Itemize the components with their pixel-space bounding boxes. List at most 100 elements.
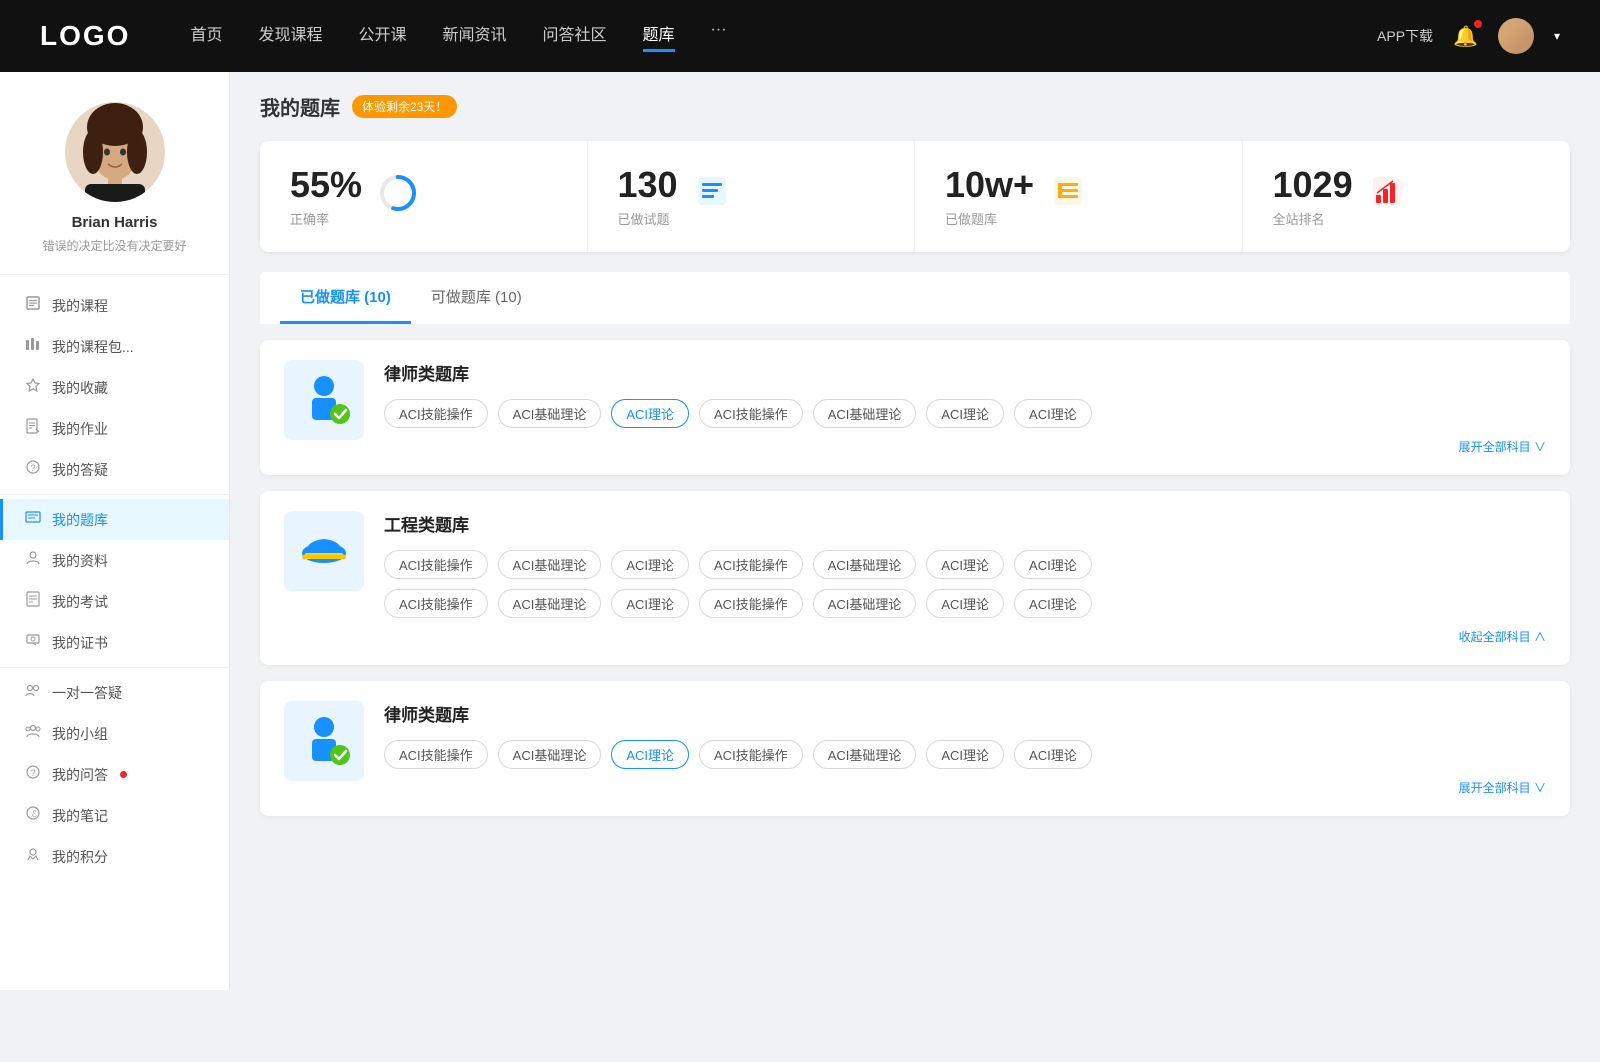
bank-card-engineer-inner: 工程类题库 ACI技能操作 ACI基础理论 ACI理论 ACI技能操作 ACI基… xyxy=(284,511,1546,645)
questions-icon xyxy=(694,173,730,216)
stat-done-banks-label: 已做题库 xyxy=(945,209,1034,228)
nav-public[interactable]: 公开课 xyxy=(358,21,406,52)
cert-icon xyxy=(24,632,42,653)
tag-lawyer2-6[interactable]: ACI理论 xyxy=(926,740,1004,769)
sidebar-item-course-pkg-label: 我的课程包... xyxy=(52,337,134,357)
tag-eng-r1-2[interactable]: ACI基础理论 xyxy=(498,550,602,579)
tag-eng-r2-7[interactable]: ACI理论 xyxy=(1014,589,1092,618)
tag-eng-r2-6[interactable]: ACI理论 xyxy=(926,589,1004,618)
tag-eng-r1-5[interactable]: ACI基础理论 xyxy=(813,550,917,579)
tag-lawyer1-1[interactable]: ACI技能操作 xyxy=(384,399,488,428)
course-pkg-icon xyxy=(24,336,42,357)
sidebar-menu: 我的课程 我的课程包... 我的收藏 我的作业 xyxy=(0,275,229,887)
nav-questionbank[interactable]: 题库 xyxy=(643,21,675,52)
bank-lawyer-1-title: 律师类题库 xyxy=(384,360,1546,385)
sidebar-item-homework[interactable]: 我的作业 xyxy=(0,408,229,449)
page-header: 我的题库 体验剩余23天！ xyxy=(260,92,1570,121)
sidebar-item-my-qa-label: 我的问答 xyxy=(52,765,108,785)
tag-lawyer2-5[interactable]: ACI基础理论 xyxy=(813,740,917,769)
group-icon xyxy=(24,723,42,744)
sidebar: Brian Harris 错误的决定比没有决定要好 我的课程 我的课程包... xyxy=(0,72,230,990)
stat-done-questions-label: 已做试题 xyxy=(618,209,678,228)
tag-lawyer2-4[interactable]: ACI技能操作 xyxy=(699,740,803,769)
tag-eng-r1-3[interactable]: ACI理论 xyxy=(611,550,689,579)
sidebar-item-course[interactable]: 我的课程 xyxy=(0,285,229,326)
sidebar-item-course-pkg[interactable]: 我的课程包... xyxy=(0,326,229,367)
stat-accuracy-value: 55% xyxy=(290,165,362,205)
tag-eng-r2-4[interactable]: ACI技能操作 xyxy=(699,589,803,618)
bank-engineer-content: 工程类题库 ACI技能操作 ACI基础理论 ACI理论 ACI技能操作 ACI基… xyxy=(384,511,1546,645)
sidebar-item-points-label: 我的积分 xyxy=(52,847,108,867)
star-icon xyxy=(24,377,42,398)
bank-lawyer-1-tags: ACI技能操作 ACI基础理论 ACI理论 ACI技能操作 ACI基础理论 AC… xyxy=(384,399,1546,428)
content-area: 我的题库 体验剩余23天！ 55% 正确率 130 xyxy=(230,72,1600,990)
notification-badge xyxy=(1474,20,1482,28)
sidebar-item-favorites[interactable]: 我的收藏 xyxy=(0,367,229,408)
nav-home[interactable]: 首页 xyxy=(190,21,222,52)
tab-done-banks[interactable]: 已做题库 (10) xyxy=(280,272,411,324)
sidebar-item-question-bank[interactable]: 我的题库 xyxy=(0,499,229,540)
stat-done-questions-value: 130 xyxy=(618,165,678,205)
sidebar-item-points[interactable]: 我的积分 xyxy=(0,836,229,877)
bank-engineer-title: 工程类题库 xyxy=(384,511,1546,536)
tag-eng-r1-6[interactable]: ACI理论 xyxy=(926,550,1004,579)
tag-lawyer2-2[interactable]: ACI基础理论 xyxy=(498,740,602,769)
accuracy-chart-icon xyxy=(378,173,418,220)
navbar: LOGO 首页 发现课程 公开课 新闻资讯 问答社区 题库 ··· APP下载 … xyxy=(0,0,1600,72)
tag-lawyer2-7[interactable]: ACI理论 xyxy=(1014,740,1092,769)
tag-eng-r2-3[interactable]: ACI理论 xyxy=(611,589,689,618)
nav-qa[interactable]: 问答社区 xyxy=(543,21,607,52)
sidebar-item-1on1[interactable]: 一对一答疑 xyxy=(0,672,229,713)
tag-eng-r1-4[interactable]: ACI技能操作 xyxy=(699,550,803,579)
qa-unread-dot xyxy=(120,771,127,778)
tab-available-banks[interactable]: 可做题库 (10) xyxy=(411,272,542,324)
stat-rank-text: 1029 全站排名 xyxy=(1273,165,1353,228)
1on1-icon xyxy=(24,682,42,703)
tag-eng-r1-7[interactable]: ACI理论 xyxy=(1014,550,1092,579)
collapse-engineer[interactable]: 收起全部科目 ∧ xyxy=(384,628,1546,645)
tag-lawyer1-6[interactable]: ACI理论 xyxy=(926,399,1004,428)
nav-links: 首页 发现课程 公开课 新闻资讯 问答社区 题库 ··· xyxy=(190,21,1377,52)
notification-bell[interactable]: 🔔 xyxy=(1453,24,1478,49)
tag-eng-r2-2[interactable]: ACI基础理论 xyxy=(498,589,602,618)
nav-news[interactable]: 新闻资讯 xyxy=(443,21,507,52)
tag-lawyer1-4[interactable]: ACI技能操作 xyxy=(699,399,803,428)
divider1 xyxy=(0,494,229,495)
tag-eng-r2-5[interactable]: ACI基础理论 xyxy=(813,589,917,618)
nav-right: APP下载 🔔 ▾ xyxy=(1377,18,1560,54)
bank-card-lawyer-2-inner: 律师类题库 ACI技能操作 ACI基础理论 ACI理论 ACI技能操作 ACI基… xyxy=(284,701,1546,796)
sidebar-item-exam[interactable]: 我的考试 xyxy=(0,581,229,622)
tag-eng-r2-1[interactable]: ACI技能操作 xyxy=(384,589,488,618)
tag-lawyer1-5[interactable]: ACI基础理论 xyxy=(813,399,917,428)
tag-lawyer1-7[interactable]: ACI理论 xyxy=(1014,399,1092,428)
tag-lawyer2-3[interactable]: ACI理论 xyxy=(611,740,689,769)
profile-section: Brian Harris 错误的决定比没有决定要好 xyxy=(0,102,229,275)
app-download-btn[interactable]: APP下载 xyxy=(1377,26,1433,46)
sidebar-item-cert[interactable]: 我的证书 xyxy=(0,622,229,663)
trial-badge: 体验剩余23天！ xyxy=(352,95,457,118)
tag-lawyer1-3[interactable]: ACI理论 xyxy=(611,399,689,428)
sidebar-item-favorites-label: 我的收藏 xyxy=(52,378,108,398)
chevron-down-icon[interactable]: ▾ xyxy=(1554,29,1560,43)
sidebar-item-question-bank-label: 我的题库 xyxy=(52,510,108,530)
expand-lawyer-1[interactable]: 展开全部科目 ∨ xyxy=(384,438,1546,455)
tag-lawyer2-1[interactable]: ACI技能操作 xyxy=(384,740,488,769)
expand-lawyer-2[interactable]: 展开全部科目 ∨ xyxy=(384,779,1546,796)
nav-more[interactable]: ··· xyxy=(711,21,727,52)
notes-icon: ℰ xyxy=(24,805,42,826)
sidebar-item-group[interactable]: 我的小组 xyxy=(0,713,229,754)
sidebar-item-profile-data[interactable]: 我的资料 xyxy=(0,540,229,581)
nav-discover[interactable]: 发现课程 xyxy=(258,21,322,52)
tag-eng-r1-1[interactable]: ACI技能操作 xyxy=(384,550,488,579)
course-icon xyxy=(24,295,42,316)
stat-accuracy: 55% 正确率 xyxy=(260,141,588,252)
sidebar-item-my-qa[interactable]: ? 我的问答 xyxy=(0,754,229,795)
divider2 xyxy=(0,667,229,668)
sidebar-item-course-label: 我的课程 xyxy=(52,296,108,316)
sidebar-item-qa-mine[interactable]: ? 我的答疑 xyxy=(0,449,229,490)
bank-icon-lawyer-2 xyxy=(284,701,364,781)
user-avatar-nav[interactable] xyxy=(1498,18,1534,54)
tag-lawyer1-2[interactable]: ACI基础理论 xyxy=(498,399,602,428)
sidebar-item-notes[interactable]: ℰ 我的笔记 xyxy=(0,795,229,836)
profile-icon xyxy=(24,550,42,571)
